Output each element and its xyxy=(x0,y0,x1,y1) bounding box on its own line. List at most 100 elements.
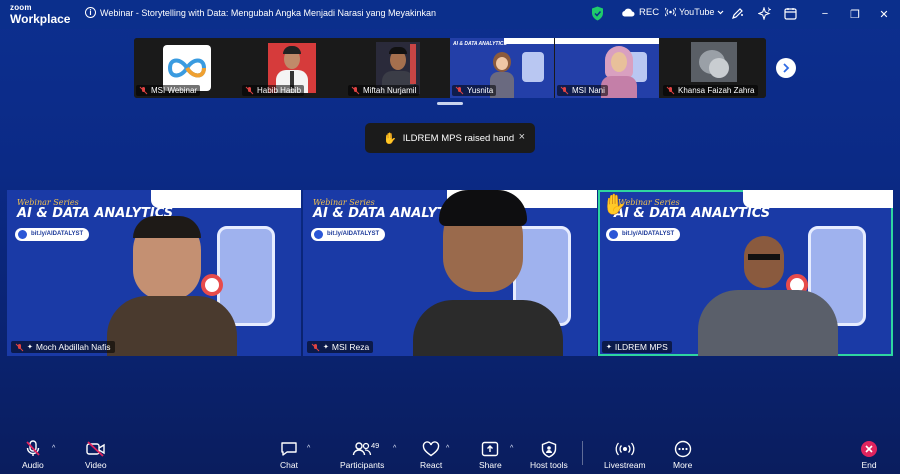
filmstrip-pager[interactable] xyxy=(437,102,463,105)
slide-title: AI & DATA ANALYTICS xyxy=(614,206,771,221)
share-label: Share xyxy=(479,460,502,470)
chat-button[interactable]: Chat xyxy=(280,440,298,470)
sponsor-logos xyxy=(151,190,301,208)
slide-link: bit.ly/AIDATALYST xyxy=(606,228,681,241)
react-button[interactable]: React xyxy=(420,440,442,470)
pen-icon[interactable] xyxy=(731,7,744,20)
participant-label: MSI Webinar xyxy=(136,85,201,96)
mic-off-icon xyxy=(666,86,675,95)
participant-label: Habib Habib xyxy=(242,85,305,96)
pin-icon: ✦ xyxy=(323,344,329,351)
livestream-label: Livestream xyxy=(604,460,646,470)
speaker-video xyxy=(107,216,277,356)
share-button[interactable]: Share xyxy=(479,440,502,470)
mini-slide-title: AI & DATA ANALYTICS xyxy=(453,41,507,47)
youtube-live[interactable]: YouTube xyxy=(665,7,724,17)
chevron-right-icon xyxy=(783,63,790,73)
participant-tile[interactable]: Khansa Faizah Zahra xyxy=(661,38,766,98)
restore-button[interactable]: ❐ xyxy=(845,5,865,23)
participant-name: Habib Habib xyxy=(257,86,302,95)
mic-off-icon xyxy=(245,86,254,95)
participant-label: Miftah Nurjamil xyxy=(348,85,420,96)
more-button[interactable]: More xyxy=(673,440,692,470)
host-shield-icon xyxy=(541,440,557,458)
meeting-toolbar: Audio ^ Video Chat ^ Participants 49 ^ R… xyxy=(0,436,900,474)
slide-link-text: bit.ly/AIDATALYST xyxy=(622,231,675,237)
youtube-label: YouTube xyxy=(679,7,715,17)
toolbar-divider xyxy=(582,441,583,465)
mic-off-icon xyxy=(15,343,24,351)
share-options-caret[interactable]: ^ xyxy=(510,445,513,452)
mic-muted-icon xyxy=(26,440,40,456)
participant-name: Yusnita xyxy=(467,86,494,95)
participant-label: Khansa Faizah Zahra xyxy=(663,85,758,96)
participant-label: ✦ ILDREM MPS xyxy=(602,341,672,353)
share-screen-icon xyxy=(482,441,499,457)
meeting-title: Webinar - Storytelling with Data: Mengub… xyxy=(100,8,437,18)
apps-icon[interactable] xyxy=(784,7,797,20)
chat-label: Chat xyxy=(280,460,298,470)
livestream-button[interactable]: Livestream xyxy=(604,440,646,470)
participants-icon xyxy=(353,442,372,456)
audio-label: Audio xyxy=(22,460,44,470)
participant-name: MSI Nani xyxy=(572,86,605,95)
raised-hand-icon: ✋ xyxy=(383,132,397,145)
camera-off-icon xyxy=(86,441,105,457)
participant-name: MSI Reza xyxy=(331,342,370,352)
react-options-caret[interactable]: ^ xyxy=(446,445,449,452)
heart-icon xyxy=(422,441,440,457)
close-button[interactable]: ✕ xyxy=(874,5,894,23)
recording-indicator[interactable]: REC xyxy=(621,7,659,18)
participant-name: Khansa Faizah Zahra xyxy=(678,86,755,95)
participant-tile[interactable]: Miftah Nurjamil xyxy=(346,38,450,98)
audio-options-caret[interactable]: ^ xyxy=(52,445,55,452)
participant-tile[interactable]: MSI Webinar xyxy=(134,38,238,98)
profile-photo xyxy=(691,42,737,82)
video-tile[interactable]: Webinar Series AI & DATA ANALYTICS bit.l… xyxy=(303,190,597,356)
slide-link-text: bit.ly/AIDATALYST xyxy=(31,231,84,237)
close-notification-button[interactable]: × xyxy=(519,131,525,143)
chevron-down-icon xyxy=(717,10,724,14)
participant-tile[interactable]: Habib Habib xyxy=(240,38,344,98)
rec-label: REC xyxy=(639,7,660,18)
video-button[interactable]: Video xyxy=(85,440,107,470)
shield-icon[interactable] xyxy=(591,6,604,21)
host-tools-label: Host tools xyxy=(530,460,568,470)
participant-label: ✦ MSI Reza xyxy=(307,341,374,353)
participant-label: MSI Nani xyxy=(557,85,608,96)
pin-icon: ✦ xyxy=(606,344,612,351)
speaker-video xyxy=(698,236,868,356)
participant-tile[interactable]: AI & DATA ANALYTICS Yusnita xyxy=(450,38,554,98)
mic-off-icon xyxy=(560,86,569,95)
title-bar: zoom Workplace i Webinar - Storytelling … xyxy=(0,0,900,29)
pin-icon: ✦ xyxy=(27,344,33,351)
host-tools-button[interactable]: Host tools xyxy=(530,440,568,470)
more-label: More xyxy=(673,460,693,470)
end-button[interactable]: End xyxy=(860,440,878,470)
participants-options-caret[interactable]: ^ xyxy=(393,445,396,452)
participants-label: Participants xyxy=(340,460,385,470)
filmstrip: MSI Webinar Habib Habib Miftah Nurjamil … xyxy=(134,38,766,98)
brand-small: zoom xyxy=(10,3,32,12)
chat-options-caret[interactable]: ^ xyxy=(307,445,310,452)
participant-tile[interactable]: MSI Nani xyxy=(555,38,659,98)
participants-count: 49 xyxy=(371,441,380,450)
participant-label: ✦ Moch Abdillah Nafis xyxy=(11,341,115,353)
participant-name: Miftah Nurjamil xyxy=(363,86,417,95)
mic-off-icon xyxy=(311,343,320,351)
minimize-button[interactable]: − xyxy=(815,5,835,23)
participant-name: MSI Webinar xyxy=(151,86,198,95)
sparkle-icon[interactable] xyxy=(758,7,771,20)
audio-button[interactable]: Audio xyxy=(22,440,44,470)
mic-off-icon xyxy=(455,86,464,95)
video-tile-active[interactable]: Webinar Series AI & DATA ANALYTICS bit.l… xyxy=(598,190,893,356)
end-label: End xyxy=(861,460,877,470)
info-icon[interactable]: i xyxy=(85,7,96,18)
next-page-button[interactable] xyxy=(776,58,796,78)
zoom-logo: zoom Workplace xyxy=(10,3,70,26)
notification-text: ILDREM MPS raised hand xyxy=(402,132,515,144)
video-tile[interactable]: Webinar Series AI & DATA ANALYTICS bit.l… xyxy=(7,190,301,356)
participant-label: Yusnita xyxy=(452,85,497,96)
mic-off-icon xyxy=(139,86,148,95)
participant-name: Moch Abdillah Nafis xyxy=(35,342,111,352)
